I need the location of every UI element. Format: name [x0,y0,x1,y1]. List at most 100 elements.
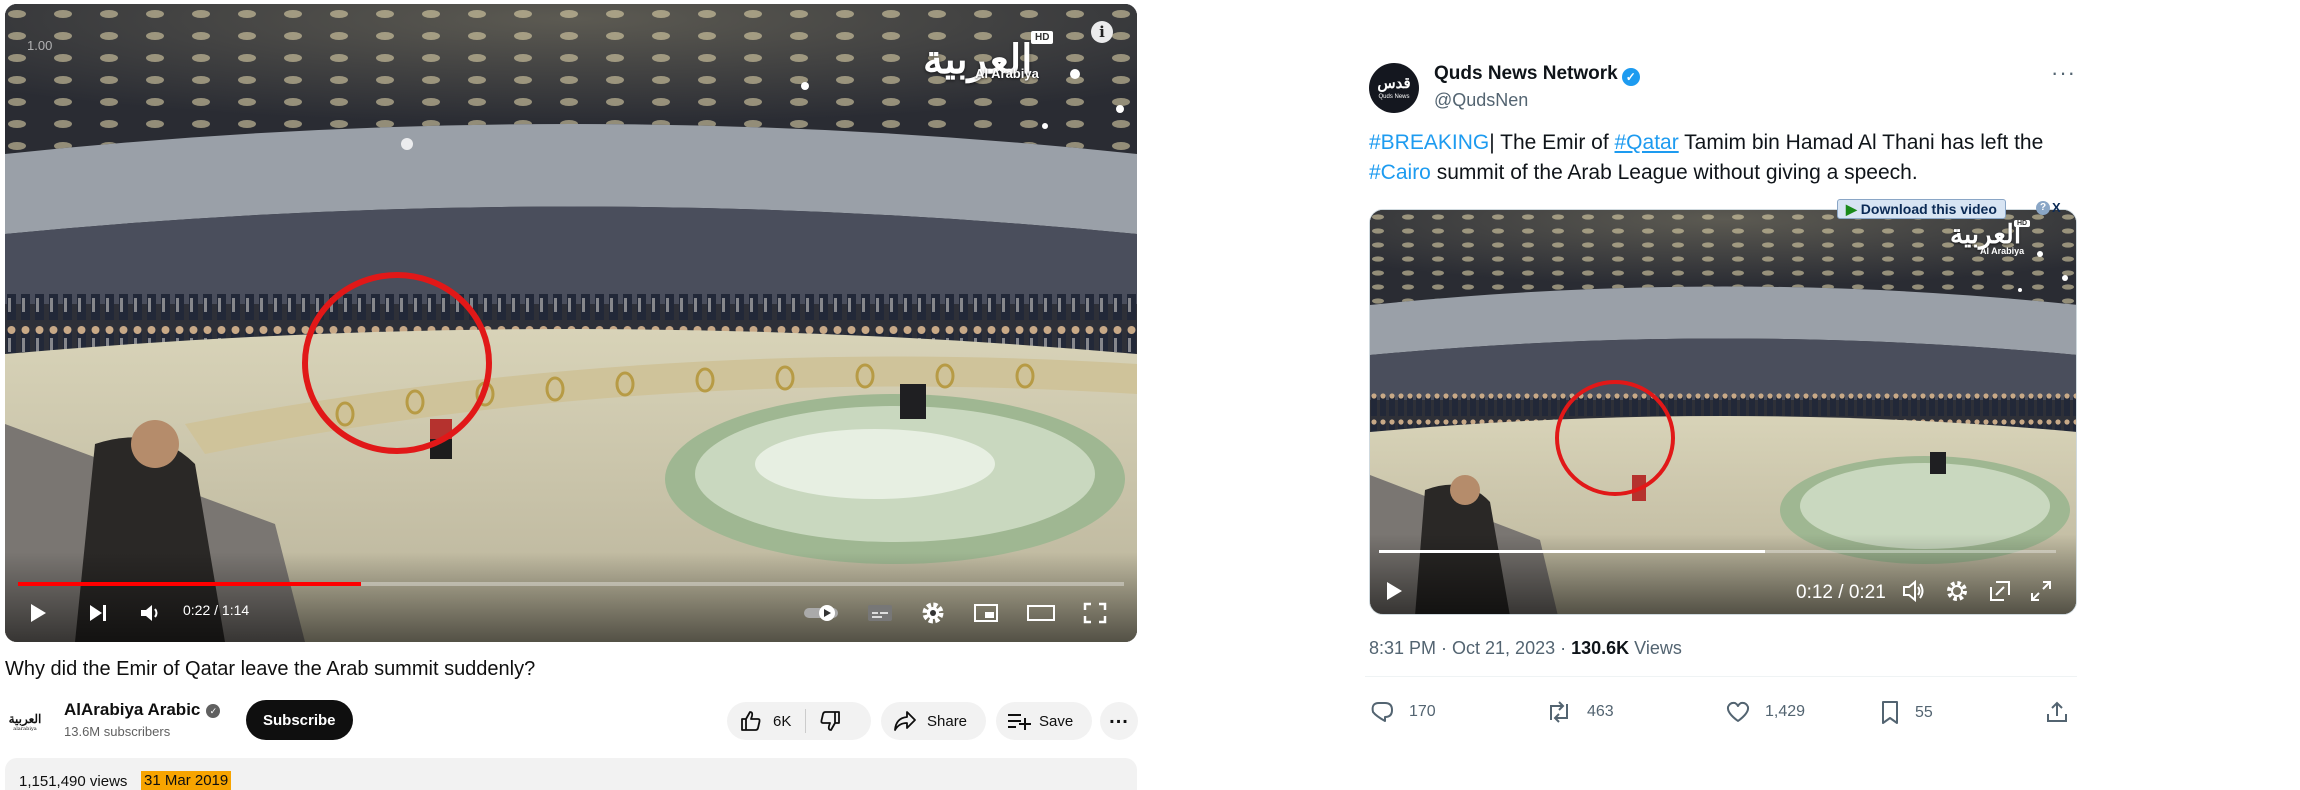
channel-avatar-text: العربية [8,711,42,726]
share-arrow-icon [893,710,917,732]
share-upload-icon [2047,701,2067,722]
video-progress-fill [18,582,361,586]
heart-icon [1726,701,1750,722]
video-title: Why did the Emir of Qatar leave the Arab… [5,658,536,680]
share-button[interactable]: Share [881,702,986,740]
tweet-text-part-3: summit of the Arab League without giving… [1430,161,1918,184]
bookmark-count: 55 [1915,704,1933,721]
video-frame-summit-hall [5,4,1137,642]
channel-name-text: AlArabiya Arabic [64,700,201,719]
video-time-display: 0:22 / 1:14 [183,602,250,618]
verified-check-icon: ✓ [206,704,221,718]
channel-avatar-sub: alarabiya [13,725,37,732]
info-icon[interactable]: i [1091,21,1113,43]
channel-name[interactable]: AlArabiya Arabic ✓ [64,700,221,720]
repost-count: 463 [1587,703,1614,720]
like-divider [805,709,807,733]
youtube-video-player[interactable]: 1.00 العربية Al Arabiya HD i 0:22 / 1:14 [5,4,1137,642]
miniplayer-icon[interactable] [971,600,1001,626]
like-tweet-button[interactable]: 1,429 [1725,700,1805,724]
download-help-icon[interactable]: ? [2036,201,2050,215]
tweet-volume-icon[interactable] [1902,579,1926,608]
subtitles-icon[interactable] [865,600,895,626]
tweet-views-label: Views [1629,638,1682,658]
reply-button[interactable]: 170 [1369,700,1436,724]
like-button[interactable]: 6K [739,709,791,733]
hashtag-cairo[interactable]: #Cairo [1369,161,1431,184]
tweet-video-progress-bar[interactable] [1379,550,2056,553]
settings-gear-icon[interactable] [918,600,948,626]
save-label: Save [1039,712,1074,730]
controls-gradient [5,552,1137,642]
fullscreen-icon[interactable] [1080,600,1110,626]
reply-bubble-icon [1371,702,1393,722]
autoplay-toggle-icon[interactable] [802,600,842,626]
tweet-author-handle[interactable]: @QudsNen [1434,90,1528,111]
more-options-icon[interactable]: ··· [2051,60,2076,86]
tweet-author-name[interactable]: Quds News Network ✓ [1434,63,1640,86]
tweet-video-watermark-subtitle: Al Arabiya [1980,246,2025,256]
more-horizontal-icon: ... [1109,706,1129,728]
download-close-icon[interactable]: X [2052,200,2061,215]
tweet-views-count: 130.6K [1571,638,1630,658]
download-video-button[interactable]: ▶ Download this video [1837,199,2006,219]
theater-mode-icon[interactable] [1025,600,1057,626]
tweet-play-icon[interactable] [1384,580,1404,607]
next-icon[interactable] [85,600,111,626]
tweet-avatar-sub: Quds News [1378,94,1410,100]
download-label: Download this video [1860,201,1997,217]
tweet-timestamp[interactable]: 8:31 PM · Oct 21, 2023 · [1369,638,1571,658]
repost-button[interactable]: 463 [1545,700,1614,724]
playback-speed-overlay: 1.00 [27,38,53,53]
verified-badge-icon: ✓ [1621,68,1640,86]
channel-avatar[interactable]: العربية alarabiya [7,704,43,740]
hd-badge: HD [1031,31,1054,44]
tweet-author-avatar[interactable]: قدس Quds News [1369,63,1419,113]
tweet-text-part-1: | The Emir of [1489,131,1615,154]
youtube-panel: 1.00 العربية Al Arabiya HD i 0:22 / 1:14 [5,4,1138,790]
tweet-video-player[interactable]: العربية Al Arabiya HD 0:12 / 0:21 [1369,209,2077,615]
like-count: 6K [773,712,792,730]
save-playlist-add-icon [1007,711,1031,731]
video-progress-bar[interactable] [18,582,1124,586]
subscriber-count: 13.6M subscribers [64,724,171,739]
thumbs-down-icon [820,711,841,731]
repost-arrows-icon [1550,701,1568,723]
tweet-video-progress-fill [1379,550,1765,553]
share-label: Share [927,712,968,730]
description-box[interactable]: 1,151,490 views 31 Mar 2019 [5,758,1137,790]
play-icon[interactable] [25,600,51,626]
volume-icon[interactable] [137,600,163,626]
tweet-pip-icon[interactable] [1988,579,2012,608]
bookmark-icon [1882,701,1898,724]
tweet-controls-gradient [1370,534,2076,614]
hashtag-qatar[interactable]: #Qatar [1615,131,1679,154]
more-actions-button[interactable]: ... [1100,702,1138,740]
tweet-fullscreen-icon[interactable] [2029,579,2053,608]
save-button[interactable]: Save [996,702,1092,740]
reply-count: 170 [1409,703,1436,720]
tweet-author-name-text: Quds News Network [1434,63,1618,84]
bookmark-button[interactable]: 55 [1879,700,1933,726]
dislike-button[interactable] [818,709,842,733]
thumbs-up-icon [741,711,761,731]
view-count: 1,151,490 views [19,773,128,790]
tweet-divider [1365,676,2077,677]
channel-watermark-subtitle: Al Arabiya [975,66,1039,81]
tweet-avatar-text: قدس [1377,74,1411,92]
tweet-settings-gear-icon[interactable] [1945,579,1969,608]
like-tweet-count: 1,429 [1765,703,1806,720]
tweet-meta: 8:31 PM · Oct 21, 2023 · 130.6K Views [1369,638,1682,659]
tweet-text: #BREAKING| The Emir of #Qatar Tamim bin … [1369,128,2069,188]
tweet-panel: قدس Quds News Quds News Network ✓ @QudsNe… [1365,40,2077,760]
hashtag-breaking[interactable]: #BREAKING [1369,131,1489,154]
subscribe-button[interactable]: Subscribe [246,700,353,740]
screenshot-root: 1.00 العربية Al Arabiya HD i 0:22 / 1:14 [0,0,2300,790]
download-play-icon: ▶ [1846,200,1857,217]
share-tweet-button[interactable] [2045,700,2069,724]
like-dislike-group: 6K [727,702,871,740]
tweet-video-time: 0:12 / 0:21 [1796,582,1886,603]
tweet-video-hd-badge: HD [2014,220,2031,227]
upload-date-highlighted: 31 Mar 2019 [141,771,232,790]
channel-row: العربية alarabiya AlArabiya Arabic ✓ 13.6… [5,696,1138,744]
